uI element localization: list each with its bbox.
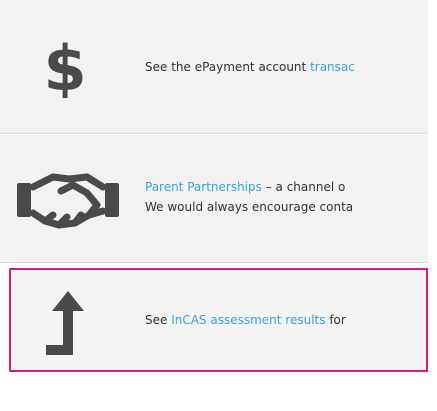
epayment-text-prefix: See the ePayment account [145, 60, 311, 74]
incas-text: See InCAS assessment results for [145, 310, 346, 330]
epayment-text: See the ePayment account transac [145, 57, 355, 77]
parent-partnerships-desc: – a channel o [261, 180, 346, 194]
parent-partnerships-text: Parent Partnerships – a channel o We wou… [145, 177, 353, 217]
links-panel: $ See the ePayment account transac [0, 0, 437, 411]
incas-text-prefix: See [145, 313, 172, 327]
list-item-parent-partnerships: Parent Partnerships – a channel o We wou… [0, 135, 428, 263]
dollar-icon: $ [46, 36, 84, 98]
list-item-incas: See InCAS assessment results for [9, 268, 428, 372]
arrow-up-icon [46, 291, 84, 355]
svg-text:$: $ [46, 36, 84, 98]
parent-partnerships-line2: We would always encourage conta [145, 200, 354, 214]
handshake-icon [17, 173, 119, 229]
incas-text-suffix: for [325, 313, 346, 327]
transactions-link[interactable]: transac [310, 60, 355, 74]
incas-results-link[interactable]: InCAS assessment results [171, 313, 325, 327]
parent-partnerships-link[interactable]: Parent Partnerships [145, 180, 262, 194]
list-item-epayment: $ See the ePayment account transac [0, 0, 428, 134]
